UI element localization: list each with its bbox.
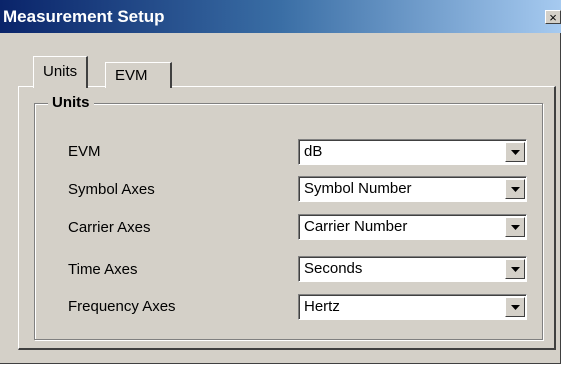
units-group-title: Units: [48, 94, 94, 112]
evm-unit-label: EVM: [68, 143, 101, 160]
chevron-down-icon[interactable]: [505, 179, 525, 199]
frequency-axes-value: Hertz: [304, 298, 340, 315]
chevron-down-icon[interactable]: [505, 259, 525, 279]
chevron-down-icon[interactable]: [505, 297, 525, 317]
frequency-axes-select[interactable]: Hertz: [298, 294, 527, 320]
evm-unit-select[interactable]: dB: [298, 139, 527, 165]
close-icon[interactable]: ×: [545, 10, 561, 24]
title-bar[interactable]: Measurement Setup ×: [0, 0, 561, 33]
symbol-axes-label: Symbol Axes: [68, 181, 155, 198]
frequency-axes-label: Frequency Axes: [68, 298, 176, 315]
tab-units[interactable]: Units: [33, 56, 89, 88]
tab-units-label: Units: [43, 63, 78, 80]
time-axes-value: Seconds: [304, 260, 363, 277]
chevron-down-icon[interactable]: [505, 217, 525, 237]
carrier-axes-label: Carrier Axes: [68, 219, 151, 236]
tab-evm[interactable]: EVM: [105, 62, 172, 88]
tab-evm-label: EVM: [115, 67, 148, 84]
symbol-axes-select[interactable]: Symbol Number: [298, 176, 527, 202]
evm-unit-value: dB: [304, 143, 323, 160]
carrier-axes-value: Carrier Number: [304, 218, 408, 235]
time-axes-select[interactable]: Seconds: [298, 256, 527, 282]
time-axes-label: Time Axes: [68, 261, 138, 278]
window-title: Measurement Setup: [3, 7, 165, 26]
symbol-axes-value: Symbol Number: [304, 180, 412, 197]
chevron-down-icon[interactable]: [505, 142, 525, 162]
carrier-axes-select[interactable]: Carrier Number: [298, 214, 527, 240]
